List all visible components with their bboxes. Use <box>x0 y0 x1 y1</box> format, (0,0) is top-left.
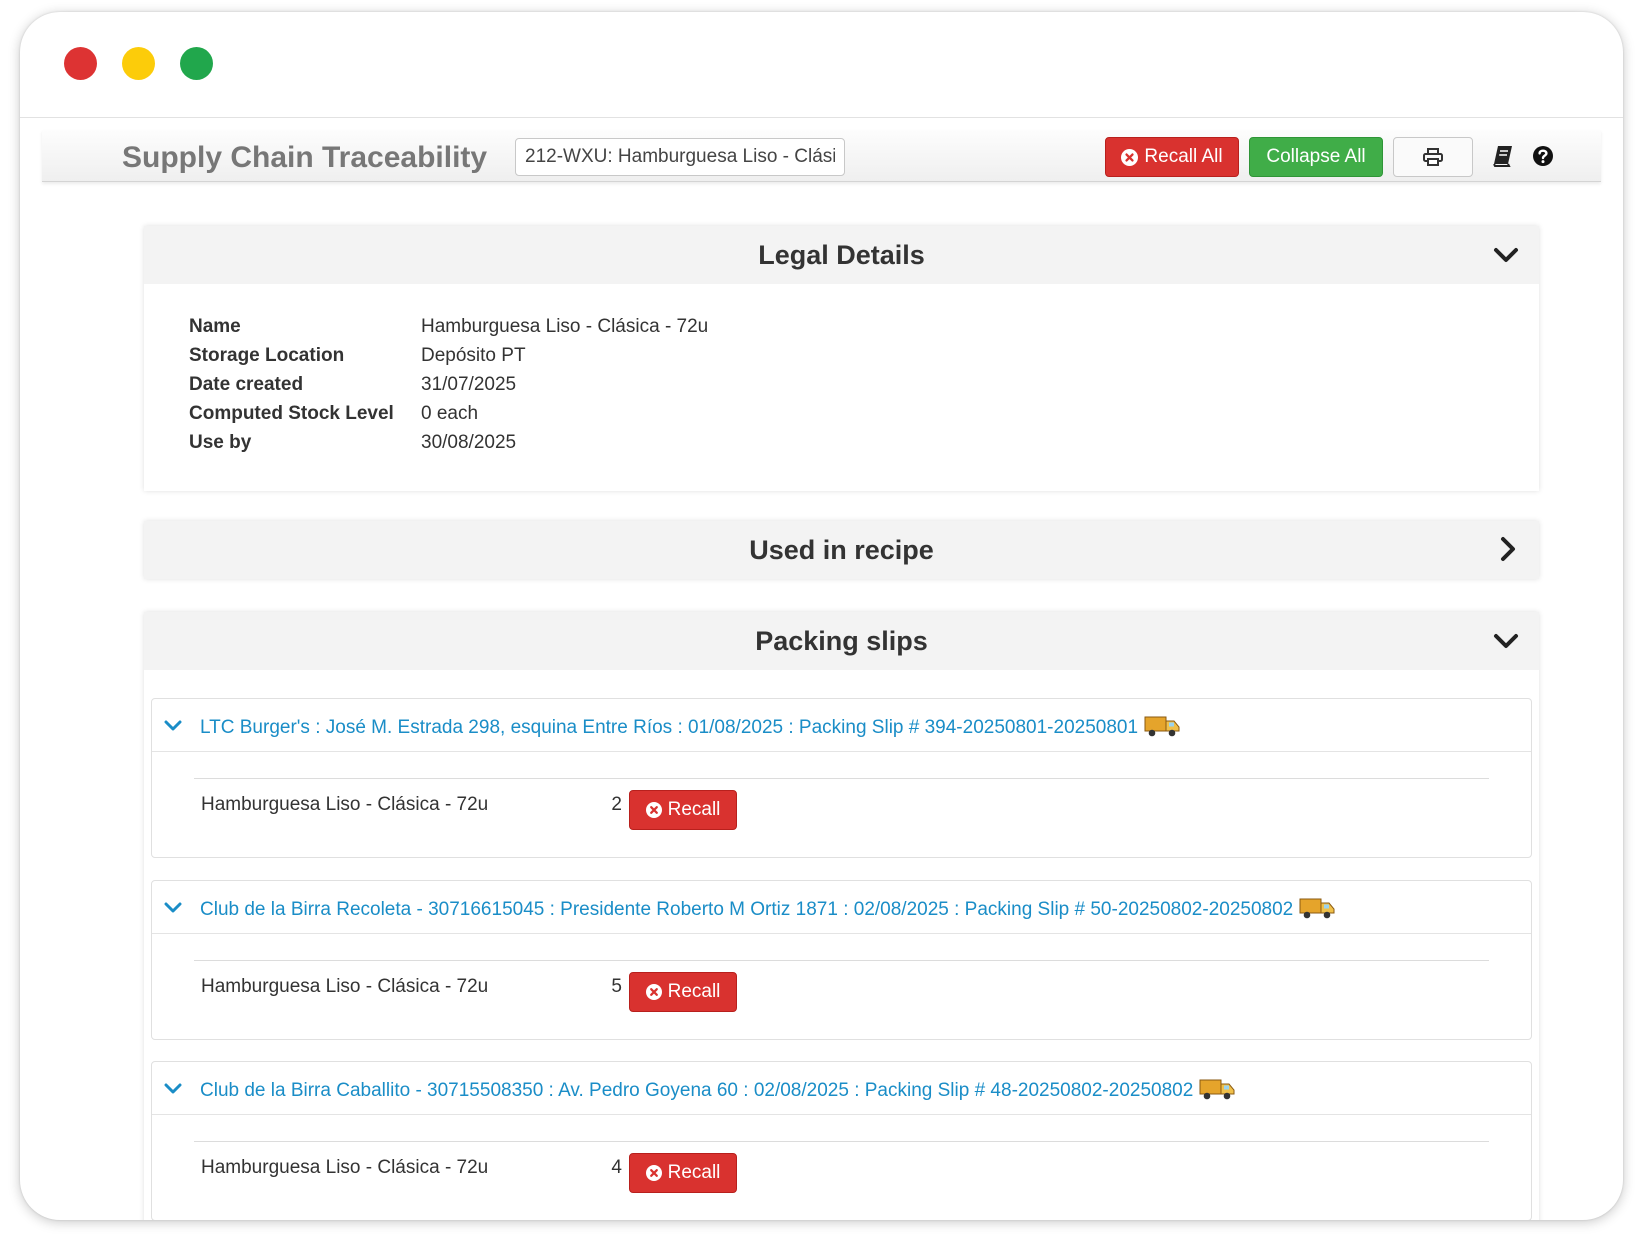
truck-icon <box>1144 716 1180 737</box>
packing-slips-title: Packing slips <box>755 626 928 656</box>
detail-value: 0 each <box>421 402 479 424</box>
detail-row: Computed Stock Level 0 each <box>189 399 1539 428</box>
recall-button[interactable]: Recall <box>629 1153 737 1193</box>
question-circle-icon[interactable] <box>1532 145 1554 167</box>
packing-slip-body: Hamburguesa Liso - Clásica - 72u 4 Recal… <box>152 1115 1531 1220</box>
detail-label: Use by <box>189 431 252 453</box>
times-circle-icon <box>1121 148 1139 166</box>
truck-icon <box>1199 1079 1235 1100</box>
packing-slip-link[interactable]: LTC Burger's : José M. Estrada 298, esqu… <box>200 714 1180 739</box>
detail-value: 31/07/2025 <box>421 373 517 395</box>
packing-slips-header[interactable]: Packing slips <box>144 612 1539 670</box>
packing-slips-panel: Packing slips LTC Burger's : José M. Est… <box>144 612 1539 1220</box>
print-icon <box>1423 148 1443 166</box>
detail-row: Date created 31/07/2025 <box>189 370 1539 399</box>
recall-label: Recall <box>667 1162 721 1183</box>
detail-value: 30/08/2025 <box>421 431 517 453</box>
legal-details-panel: Legal Details Name Hamburguesa Liso - Cl… <box>144 226 1539 491</box>
product-search-input[interactable] <box>515 138 845 176</box>
packing-slip: Club de la Birra Recoleta - 30716615045 … <box>151 880 1532 1040</box>
recall-button[interactable]: Recall <box>629 972 737 1012</box>
detail-row: Name Hamburguesa Liso - Clásica - 72u <box>189 312 1539 341</box>
divider <box>194 960 1489 961</box>
truck-icon <box>1299 898 1335 919</box>
window-titlebar <box>20 12 1623 118</box>
packing-slip-link[interactable]: Club de la Birra Caballito - 30715508350… <box>200 1077 1235 1102</box>
detail-value: Hamburguesa Liso - Clásica - 72u <box>421 315 709 337</box>
recall-all-label: Recall All <box>1144 146 1223 167</box>
used-in-recipe-panel: Used in recipe <box>144 521 1539 579</box>
divider <box>194 778 1489 779</box>
packing-slip-link[interactable]: Club de la Birra Recoleta - 30716615045 … <box>200 896 1335 921</box>
times-circle-icon <box>645 984 662 1000</box>
chevron-down-icon[interactable] <box>164 901 182 914</box>
detail-label: Computed Stock Level <box>189 402 394 424</box>
used-in-recipe-title: Used in recipe <box>749 535 934 565</box>
divider <box>194 1141 1489 1142</box>
packing-slip-header[interactable]: Club de la Birra Caballito - 30715508350… <box>152 1062 1531 1115</box>
chevron-down-icon[interactable] <box>164 1082 182 1095</box>
packing-slip: Club de la Birra Caballito - 30715508350… <box>151 1061 1532 1220</box>
packing-slip-body: Hamburguesa Liso - Clásica - 72u 5 Recal… <box>152 934 1531 1039</box>
chevron-right-icon <box>1501 537 1515 561</box>
packing-slip-header[interactable]: LTC Burger's : José M. Estrada 298, esqu… <box>152 699 1531 752</box>
times-circle-icon <box>645 802 662 818</box>
detail-value: Depósito PT <box>421 344 526 366</box>
collapse-all-label: Collapse All <box>1266 146 1366 167</box>
item-name: Hamburguesa Liso - Clásica - 72u <box>201 1157 489 1178</box>
detail-row: Storage Location Depósito PT <box>189 341 1539 370</box>
chevron-down-icon <box>1494 248 1518 262</box>
detail-row: Use by 30/08/2025 <box>189 428 1539 457</box>
item-quantity: 2 <box>611 794 622 815</box>
maximize-window-button[interactable] <box>180 47 213 80</box>
print-button[interactable] <box>1393 137 1473 177</box>
packing-slip-link-text: Club de la Birra Caballito - 30715508350… <box>200 1080 1194 1101</box>
item-name: Hamburguesa Liso - Clásica - 72u <box>201 976 489 997</box>
toolbar: Supply Chain Traceability Recall All Col… <box>42 130 1601 182</box>
packing-slip-link-text: Club de la Birra Recoleta - 30716615045 … <box>200 899 1294 920</box>
legal-details-header[interactable]: Legal Details <box>144 226 1539 284</box>
used-in-recipe-header[interactable]: Used in recipe <box>144 521 1539 579</box>
page-title: Supply Chain Traceability <box>122 141 488 174</box>
packing-slip-header[interactable]: Club de la Birra Recoleta - 30716615045 … <box>152 881 1531 934</box>
book-icon[interactable] <box>1492 144 1514 168</box>
collapse-all-button[interactable]: Collapse All <box>1249 137 1383 177</box>
app-window: Supply Chain Traceability Recall All Col… <box>20 12 1623 1220</box>
recall-label: Recall <box>667 981 721 1002</box>
recall-label: Recall <box>667 799 721 820</box>
recall-button[interactable]: Recall <box>629 790 737 830</box>
item-quantity: 5 <box>611 976 622 997</box>
legal-details-body: Name Hamburguesa Liso - Clásica - 72u St… <box>144 284 1539 457</box>
packing-slip-body: Hamburguesa Liso - Clásica - 72u 2 Recal… <box>152 752 1531 857</box>
item-name: Hamburguesa Liso - Clásica - 72u <box>201 794 489 815</box>
detail-label: Date created <box>189 373 304 395</box>
legal-details-title: Legal Details <box>758 240 925 270</box>
packing-slip-link-text: LTC Burger's : José M. Estrada 298, esqu… <box>200 717 1139 738</box>
times-circle-icon <box>645 1165 662 1181</box>
chevron-down-icon[interactable] <box>164 719 182 732</box>
detail-label: Name <box>189 315 241 337</box>
minimize-window-button[interactable] <box>122 47 155 80</box>
packing-slip: LTC Burger's : José M. Estrada 298, esqu… <box>151 698 1532 858</box>
chevron-down-icon <box>1494 634 1518 648</box>
item-quantity: 4 <box>611 1157 622 1178</box>
recall-all-button[interactable]: Recall All <box>1105 137 1239 177</box>
detail-label: Storage Location <box>189 344 345 366</box>
main-content: Legal Details Name Hamburguesa Liso - Cl… <box>20 182 1623 1220</box>
close-window-button[interactable] <box>64 47 97 80</box>
